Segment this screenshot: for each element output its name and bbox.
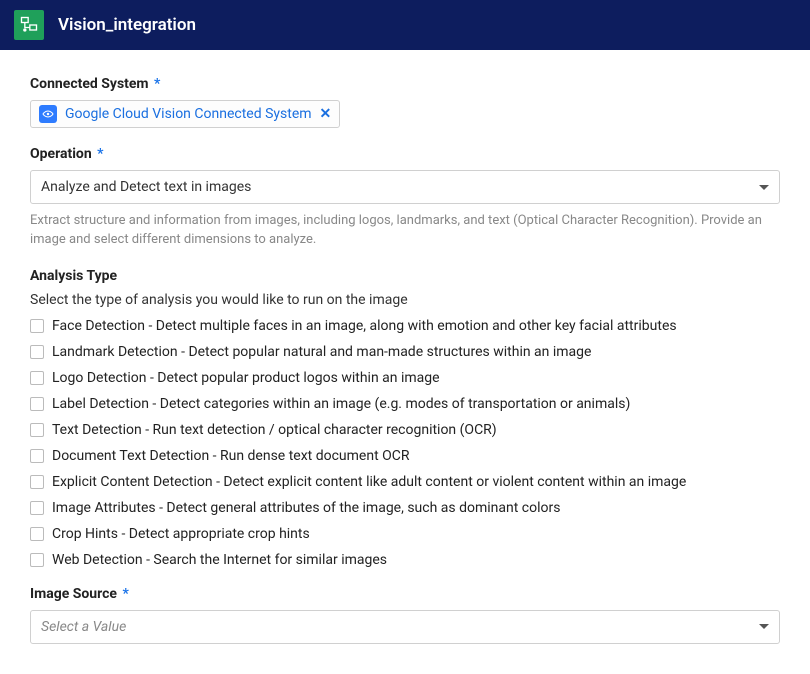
connected-system-label-text: Connected System bbox=[30, 76, 149, 92]
connected-system-label: Connected System * bbox=[30, 76, 780, 92]
checkbox-row: Web Detection - Search the Internet for … bbox=[30, 552, 780, 568]
checkbox-row: Crop Hints - Detect appropriate crop hin… bbox=[30, 526, 780, 542]
checkbox-image-attributes[interactable] bbox=[30, 501, 44, 515]
image-source-label-text: Image Source bbox=[30, 586, 117, 602]
checkbox-text-detection[interactable] bbox=[30, 423, 44, 437]
page-title: Vision_integration bbox=[58, 15, 196, 35]
operation-select[interactable]: Analyze and Detect text in images bbox=[30, 170, 780, 204]
image-source-label: Image Source * bbox=[30, 586, 780, 602]
checkbox-label: Image Attributes - Detect general attrib… bbox=[52, 500, 560, 516]
checkbox-landmark-detection[interactable] bbox=[30, 345, 44, 359]
analysis-type-label: Analysis Type bbox=[30, 268, 780, 284]
page-header: Vision_integration bbox=[0, 0, 810, 50]
eye-icon bbox=[39, 105, 57, 123]
required-asterisk: * bbox=[154, 76, 160, 92]
checkbox-label: Explicit Content Detection - Detect expl… bbox=[52, 474, 686, 490]
checkbox-document-text-detection[interactable] bbox=[30, 449, 44, 463]
checkbox-label-detection[interactable] bbox=[30, 397, 44, 411]
required-asterisk: * bbox=[97, 146, 103, 162]
form-content: Connected System * Google Cloud Vision C… bbox=[0, 50, 810, 674]
checkbox-row: Landmark Detection - Detect popular natu… bbox=[30, 344, 780, 360]
checkbox-label: Logo Detection - Detect popular product … bbox=[52, 370, 440, 386]
checkbox-label: Face Detection - Detect multiple faces i… bbox=[52, 318, 677, 334]
checkbox-label: Landmark Detection - Detect popular natu… bbox=[52, 344, 591, 360]
checkbox-explicit-content-detection[interactable] bbox=[30, 475, 44, 489]
connected-system-token[interactable]: Google Cloud Vision Connected System ✕ bbox=[30, 100, 340, 128]
checkbox-logo-detection[interactable] bbox=[30, 371, 44, 385]
checkbox-row: Document Text Detection - Run dense text… bbox=[30, 448, 780, 464]
checkbox-row: Text Detection - Run text detection / op… bbox=[30, 422, 780, 438]
remove-token-icon[interactable]: ✕ bbox=[320, 106, 332, 122]
checkbox-face-detection[interactable] bbox=[30, 319, 44, 333]
checkbox-row: Explicit Content Detection - Detect expl… bbox=[30, 474, 780, 490]
checkbox-row: Image Attributes - Detect general attrib… bbox=[30, 500, 780, 516]
caret-down-icon bbox=[759, 185, 769, 190]
operation-help-text: Extract structure and information from i… bbox=[30, 212, 780, 250]
checkbox-label: Text Detection - Run text detection / op… bbox=[52, 422, 497, 438]
image-source-select[interactable]: Select a Value bbox=[30, 610, 780, 644]
integration-icon bbox=[14, 10, 44, 40]
operation-label: Operation * bbox=[30, 146, 780, 162]
checkbox-crop-hints[interactable] bbox=[30, 527, 44, 541]
checkbox-web-detection[interactable] bbox=[30, 553, 44, 567]
checkbox-row: Label Detection - Detect categories with… bbox=[30, 396, 780, 412]
image-source-placeholder: Select a Value bbox=[41, 619, 126, 635]
caret-down-icon bbox=[759, 624, 769, 629]
operation-label-text: Operation bbox=[30, 146, 92, 162]
checkbox-row: Face Detection - Detect multiple faces i… bbox=[30, 318, 780, 334]
checkbox-label: Document Text Detection - Run dense text… bbox=[52, 448, 410, 464]
checkbox-label: Crop Hints - Detect appropriate crop hin… bbox=[52, 526, 310, 542]
analysis-type-description: Select the type of analysis you would li… bbox=[30, 292, 780, 308]
checkbox-label: Label Detection - Detect categories with… bbox=[52, 396, 630, 412]
checkbox-label: Web Detection - Search the Internet for … bbox=[52, 552, 387, 568]
operation-select-value: Analyze and Detect text in images bbox=[41, 179, 251, 195]
connected-system-token-text: Google Cloud Vision Connected System bbox=[65, 106, 312, 122]
analysis-type-options: Face Detection - Detect multiple faces i… bbox=[30, 318, 780, 568]
required-asterisk: * bbox=[122, 586, 128, 602]
checkbox-row: Logo Detection - Detect popular product … bbox=[30, 370, 780, 386]
